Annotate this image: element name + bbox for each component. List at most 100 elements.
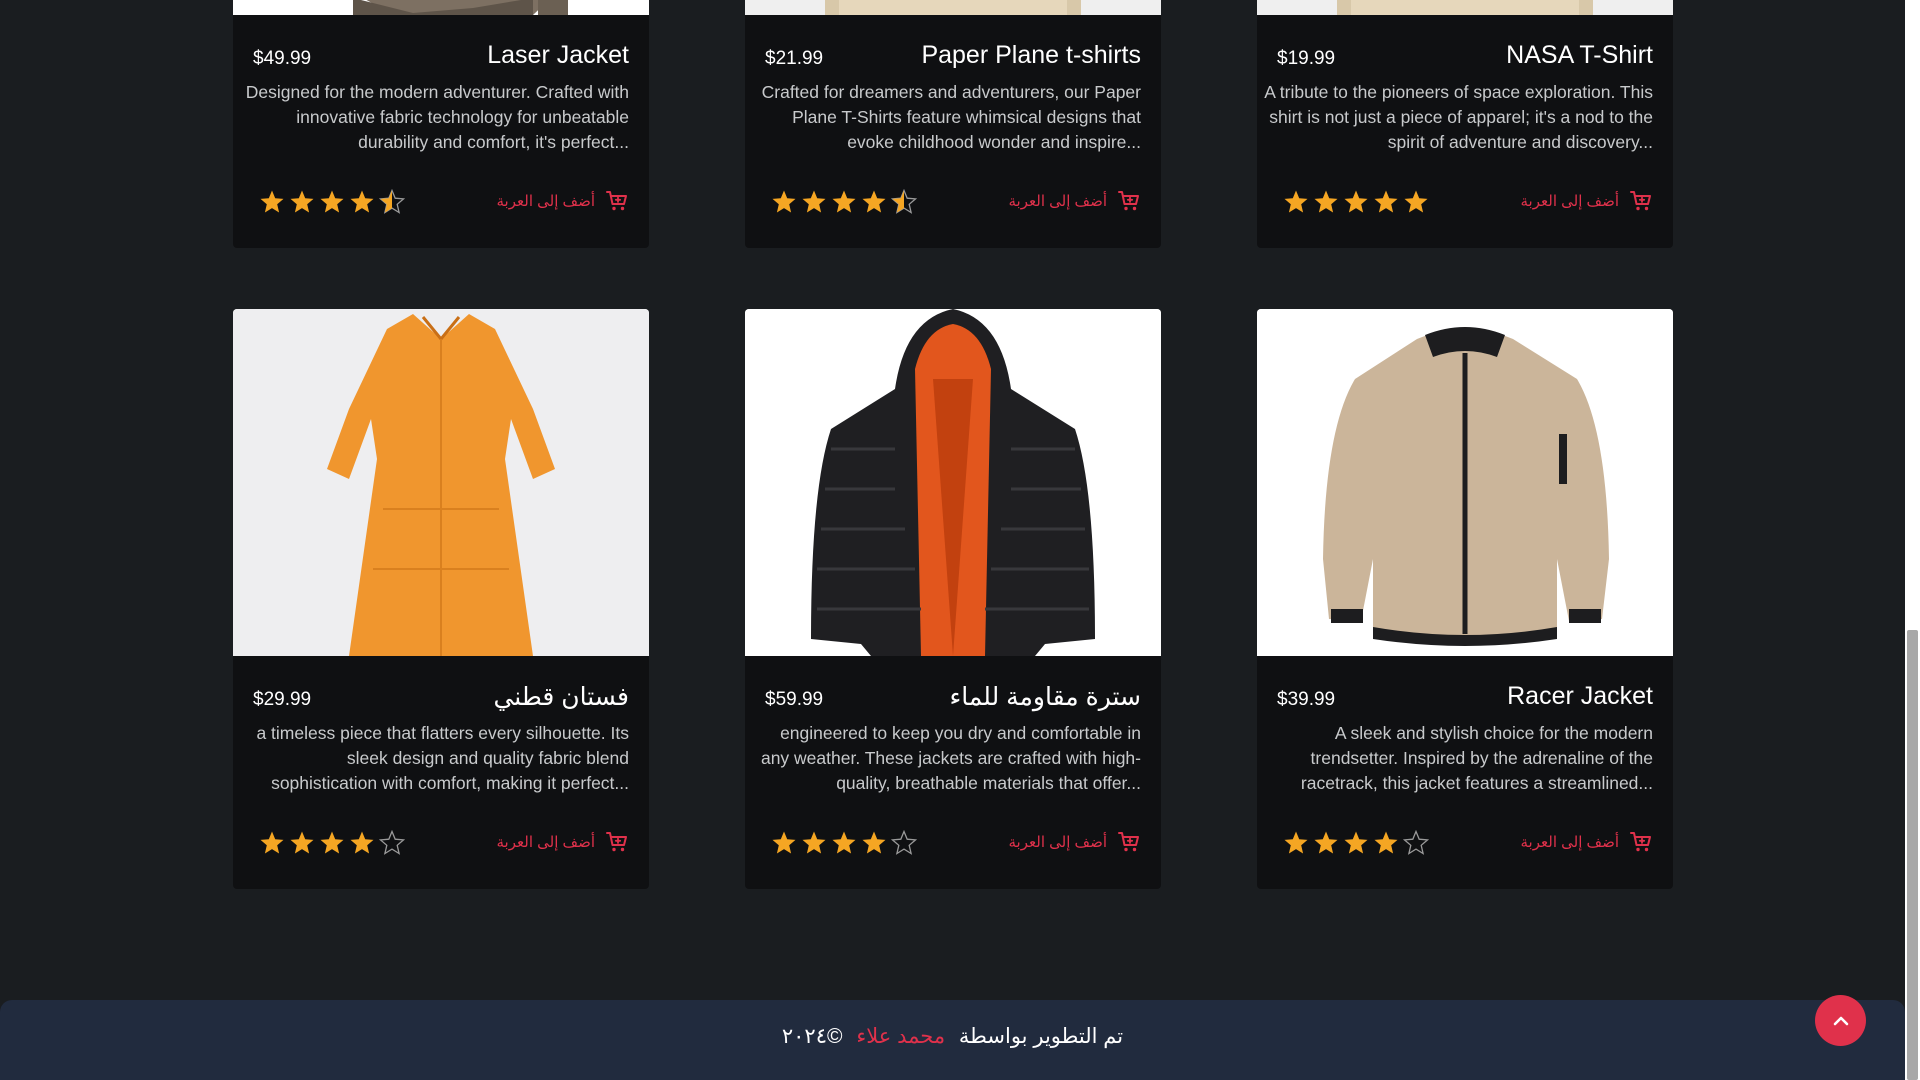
- cart-icon: [606, 191, 627, 211]
- star-full-icon: [1284, 831, 1308, 854]
- add-to-cart-button[interactable]: أضف إلى العربة: [1009, 830, 1141, 854]
- product-details: $39.99 Racer Jacket A sleek and stylish …: [1257, 656, 1673, 889]
- product-description: Designed for the modern adventurer. Craf…: [245, 82, 629, 152]
- product-title[interactable]: Paper Plane t-shirts: [921, 41, 1141, 70]
- product-image[interactable]: [745, 0, 1161, 15]
- star-full-icon: [1374, 831, 1398, 854]
- star-full-icon: [260, 190, 284, 213]
- product-price: $39.99: [1277, 689, 1336, 710]
- add-to-cart-label: أضف إلى العربة: [496, 834, 595, 851]
- footer-author-link[interactable]: محمد علاء: [856, 1025, 945, 1048]
- product-description: Crafted for dreamers and adventurers, ou…: [761, 82, 1141, 152]
- product-price: $29.99: [253, 689, 312, 710]
- star-full-icon: [1404, 190, 1428, 213]
- cart-icon: [606, 832, 627, 852]
- cart-icon: [1630, 832, 1651, 852]
- add-to-cart-label: أضف إلى العربة: [1008, 193, 1107, 210]
- add-to-cart-button[interactable]: أضف إلى العربة: [1521, 830, 1653, 854]
- footer-prefix: تم التطوير بواسطة: [958, 1025, 1124, 1048]
- star-full-icon: [802, 190, 826, 213]
- product-rating: [1283, 830, 1429, 856]
- product-title[interactable]: Laser Jacket: [487, 41, 629, 70]
- star-full-icon: [832, 190, 856, 213]
- star-full-icon: [862, 831, 886, 854]
- product-image[interactable]: [233, 0, 649, 15]
- chevron-up-icon: [1833, 1016, 1848, 1025]
- add-to-cart-button[interactable]: أضف إلى العربة: [497, 189, 629, 213]
- product-card[interactable]: $29.99 فستان قطني a timeless piece that …: [233, 309, 649, 889]
- product-rating: [259, 189, 405, 215]
- star-empty-icon: [891, 830, 917, 855]
- star-full-icon: [1284, 190, 1308, 213]
- add-to-cart-button[interactable]: أضف إلى العربة: [1009, 189, 1141, 213]
- product-rating: [1283, 189, 1429, 215]
- scrollbar[interactable]: [1905, 0, 1920, 1080]
- product-description: A tribute to the pioneers of space explo…: [1264, 82, 1653, 152]
- star-full-icon: [1344, 190, 1368, 213]
- star-full-icon: [862, 190, 886, 213]
- product-card[interactable]: $49.99 Laser Jacket Designed for the mod…: [233, 0, 649, 248]
- star-full-icon: [350, 190, 374, 213]
- product-price: $59.99: [765, 689, 824, 710]
- product-grid: $49.99 Laser Jacket Designed for the mod…: [233, 0, 1673, 889]
- product-card[interactable]: $39.99 Racer Jacket A sleek and stylish …: [1257, 309, 1673, 889]
- product-price: $49.99: [253, 48, 312, 69]
- star-full-icon: [1314, 190, 1338, 213]
- product-rating: [771, 189, 917, 215]
- cart-icon: [1118, 832, 1139, 852]
- star-half-icon: [891, 189, 917, 214]
- product-image[interactable]: [1257, 0, 1673, 15]
- add-to-cart-label: أضف إلى العربة: [496, 193, 595, 210]
- product-description: engineered to keep you dry and comfortab…: [760, 723, 1141, 793]
- footer-credit: تم التطوير بواسطة محمد علاء ©٢٠٢٤: [0, 1024, 1905, 1049]
- product-price: $19.99: [1277, 48, 1336, 69]
- star-full-icon: [772, 190, 796, 213]
- add-to-cart-label: أضف إلى العربة: [1008, 834, 1107, 851]
- product-description: A sleek and stylish choice for the moder…: [1300, 723, 1653, 793]
- product-card[interactable]: $59.99 سترة مقاومة للماء engineered to k…: [745, 309, 1161, 889]
- star-full-icon: [802, 831, 826, 854]
- product-title[interactable]: NASA T-Shirt: [1506, 41, 1653, 70]
- product-details: $59.99 سترة مقاومة للماء engineered to k…: [745, 656, 1161, 889]
- star-full-icon: [1314, 831, 1338, 854]
- product-title[interactable]: Racer Jacket: [1507, 682, 1653, 711]
- product-description: a timeless piece that flatters every sil…: [256, 723, 629, 793]
- star-half-icon: [379, 189, 405, 214]
- star-full-icon: [320, 831, 344, 854]
- add-to-cart-label: أضف إلى العربة: [1520, 834, 1619, 851]
- product-image[interactable]: [1257, 309, 1673, 656]
- footer: تم التطوير بواسطة محمد علاء ©٢٠٢٤: [0, 1000, 1905, 1080]
- star-full-icon: [320, 190, 344, 213]
- scrollbar-thumb[interactable]: [1907, 630, 1918, 1080]
- star-full-icon: [832, 831, 856, 854]
- star-full-icon: [260, 831, 284, 854]
- star-empty-icon: [1403, 830, 1429, 855]
- product-title[interactable]: سترة مقاومة للماء: [949, 682, 1141, 712]
- star-full-icon: [772, 831, 796, 854]
- product-card[interactable]: $21.99 Paper Plane t-shirts Crafted for …: [745, 0, 1161, 248]
- product-image[interactable]: [745, 309, 1161, 656]
- product-image[interactable]: [233, 309, 649, 656]
- product-title[interactable]: فستان قطني: [493, 682, 629, 712]
- add-to-cart-button[interactable]: أضف إلى العربة: [1521, 189, 1653, 213]
- cart-icon: [1630, 191, 1651, 211]
- star-full-icon: [1344, 831, 1368, 854]
- product-rating: [259, 830, 405, 856]
- product-details: $21.99 Paper Plane t-shirts Crafted for …: [745, 15, 1161, 248]
- star-full-icon: [1374, 190, 1398, 213]
- star-full-icon: [290, 831, 314, 854]
- product-price: $21.99: [765, 48, 824, 69]
- product-details: $19.99 NASA T-Shirt A tribute to the pio…: [1257, 15, 1673, 248]
- add-to-cart-label: أضف إلى العربة: [1520, 193, 1619, 210]
- product-details: $49.99 Laser Jacket Designed for the mod…: [233, 15, 649, 248]
- star-empty-icon: [379, 830, 405, 855]
- star-full-icon: [350, 831, 374, 854]
- product-rating: [771, 830, 917, 856]
- product-card[interactable]: $19.99 NASA T-Shirt A tribute to the pio…: [1257, 0, 1673, 248]
- star-full-icon: [290, 190, 314, 213]
- cart-icon: [1118, 191, 1139, 211]
- footer-copyright: ©٢٠٢٤: [781, 1025, 843, 1048]
- scroll-to-top-button[interactable]: [1815, 995, 1866, 1046]
- product-details: $29.99 فستان قطني a timeless piece that …: [233, 656, 649, 889]
- add-to-cart-button[interactable]: أضف إلى العربة: [497, 830, 629, 854]
